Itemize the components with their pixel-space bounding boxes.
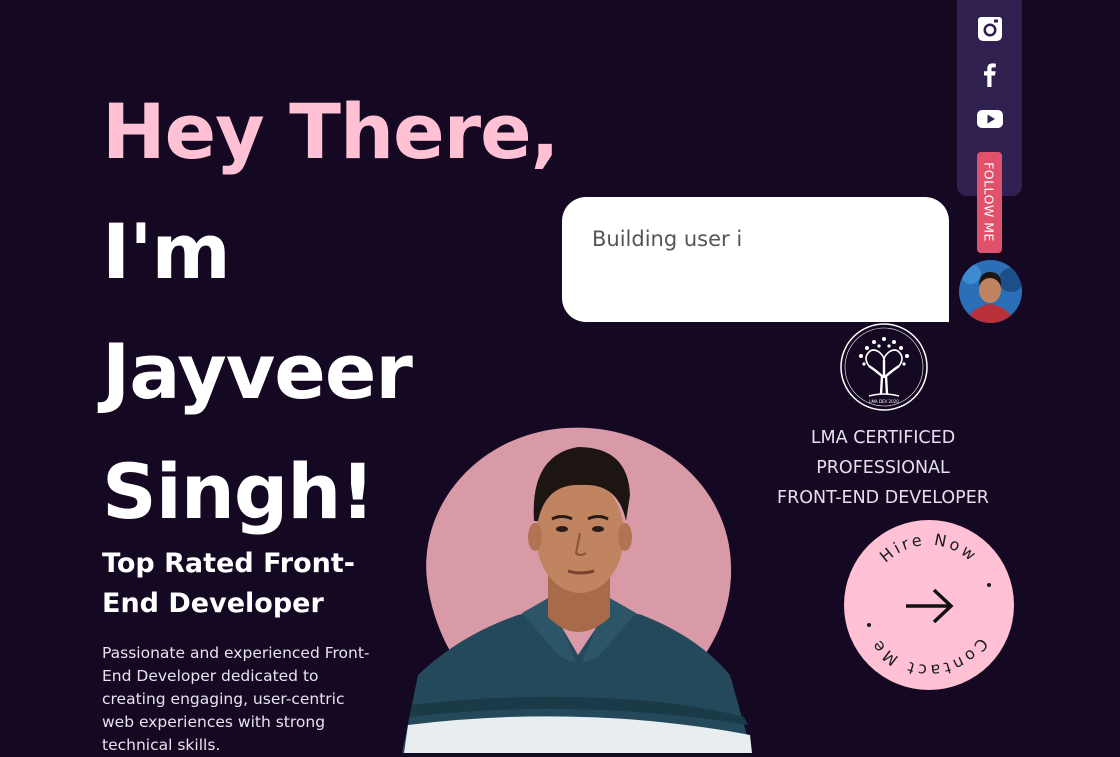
hire-now-button[interactable]: Hire Now Contact Me <box>844 520 1014 690</box>
follow-me-label: FOLLOW ME <box>981 162 997 242</box>
hero-intro: I'm <box>102 207 231 296</box>
certification-text: LMA CERTIFICED PROFESSIONAL FRONT-END DE… <box>760 423 1006 513</box>
cert-line-1: LMA CERTIFICED <box>810 428 956 448</box>
svg-text:Hire Now: Hire Now <box>876 530 982 566</box>
youtube-icon[interactable] <box>977 106 1003 132</box>
speech-bubble-text: Building user i <box>592 227 743 251</box>
cert-line-2: PROFESSIONAL <box>816 458 950 478</box>
instagram-icon[interactable] <box>977 16 1003 42</box>
cert-line-3: FRONT-END DEVELOPER <box>777 488 989 508</box>
hero-subtitle: Top Rated Front-End Developer <box>102 548 355 619</box>
speech-bubble: Building user i <box>562 197 949 322</box>
tree-logo-icon: LMA DEV 2020 <box>840 323 928 411</box>
follow-me-tab[interactable]: FOLLOW ME <box>977 152 1002 253</box>
hire-now-label: Hire Now <box>876 530 979 566</box>
hero-first-name: Jayveer <box>102 327 413 416</box>
svg-text:Contact Me: Contact Me <box>866 635 992 681</box>
facebook-icon[interactable] <box>977 61 1003 87</box>
hero-description: Passionate and experienced Front-End Dev… <box>102 644 370 754</box>
arrow-right-icon <box>906 588 954 624</box>
badge-dot-left <box>867 623 871 627</box>
badge-dot-right <box>987 583 991 587</box>
contact-me-label: Contact Me <box>866 635 992 681</box>
avatar[interactable] <box>959 260 1022 323</box>
hero-greeting: Hey There, <box>102 87 560 176</box>
portrait-photo <box>402 447 752 753</box>
cert-logo-text: LMA DEV 2020 <box>869 399 899 404</box>
